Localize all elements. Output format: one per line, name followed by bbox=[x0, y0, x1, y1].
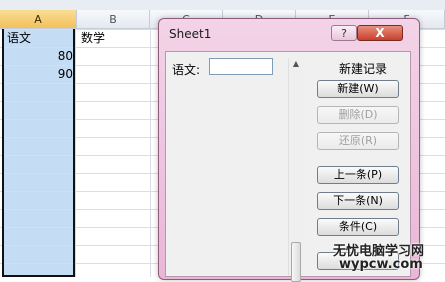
dialog-titlebar[interactable]: Sheet1 ? X bbox=[159, 19, 419, 49]
next-record-button[interactable]: 下一条(N) bbox=[317, 192, 399, 210]
dialog-title: Sheet1 bbox=[169, 27, 212, 41]
previous-record-button[interactable]: 上一条(P) bbox=[317, 166, 399, 184]
grid-line bbox=[150, 29, 151, 277]
close-button[interactable]: X bbox=[357, 25, 403, 41]
cell-a1[interactable]: 语文 bbox=[7, 29, 31, 47]
column-header-b[interactable]: B bbox=[77, 10, 150, 29]
scroll-up-icon[interactable]: ▲ bbox=[289, 58, 303, 70]
field-input-chinese[interactable] bbox=[209, 58, 273, 75]
question-mark-icon: ? bbox=[341, 27, 347, 40]
close-icon: X bbox=[375, 26, 385, 40]
help-button[interactable]: ? bbox=[331, 25, 357, 41]
record-status: 新建记录 bbox=[338, 62, 387, 76]
cell-a2[interactable]: 80 bbox=[7, 47, 73, 65]
scrollbar-thumb[interactable] bbox=[291, 242, 301, 282]
watermark-url: wypcw.com bbox=[339, 257, 423, 272]
cell-a3[interactable]: 90 bbox=[7, 65, 73, 83]
new-record-button[interactable]: 新建(W) bbox=[317, 80, 399, 98]
restore-button[interactable]: 还原(R) bbox=[317, 132, 399, 150]
field-label-chinese: 语文: bbox=[172, 63, 201, 77]
column-header-a[interactable]: A bbox=[0, 10, 77, 29]
record-scrollbar[interactable]: ▲ bbox=[288, 58, 303, 282]
criteria-button[interactable]: 条件(C) bbox=[317, 218, 399, 236]
delete-button[interactable]: 删除(D) bbox=[317, 106, 399, 124]
ribbon-edge bbox=[0, 0, 445, 10]
cell-b1[interactable]: 数学 bbox=[81, 29, 105, 47]
